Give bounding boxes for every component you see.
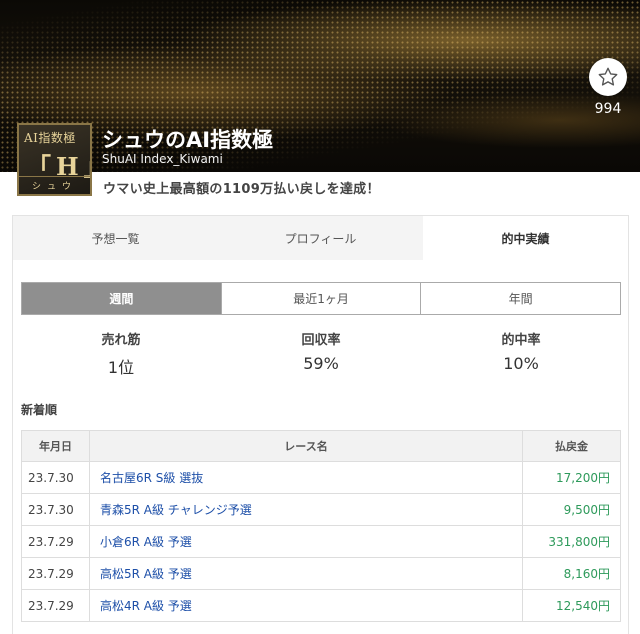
- row-race-cell: 高松5R A級 予選: [89, 557, 523, 590]
- row-race-cell: 高松4R A級 予選: [89, 589, 523, 622]
- header-race: レース名: [89, 430, 523, 462]
- row-date: 23.7.29: [21, 557, 90, 590]
- stat-label: 回収率: [301, 333, 341, 348]
- stat-value: 1位: [107, 358, 135, 377]
- row-race-cell: 小倉6R A級 予選: [89, 525, 523, 558]
- results-table: 年月日 レース名 払戻金 23.7.30 名古屋6R S級 選抜 17,200円…: [21, 430, 621, 622]
- stat-label: 売れ筋: [101, 333, 141, 348]
- table-row: 23.7.30 名古屋6R S級 選抜 17,200円: [21, 461, 621, 494]
- stats-summary: 売れ筋 1位 回収率 59% 的中率 10%: [21, 329, 621, 378]
- table-row: 23.7.30 青森5R A級 チャレンジ予選 9,500円: [21, 493, 621, 526]
- table-row: 23.7.29 高松5R A級 予選 8,160円: [21, 557, 621, 590]
- stat-popularity: 売れ筋 1位: [21, 329, 221, 378]
- favorite-count: 994: [594, 101, 622, 117]
- row-date: 23.7.29: [21, 589, 90, 622]
- stat-recovery-rate: 回収率 59%: [221, 329, 421, 378]
- row-date: 23.7.29: [21, 525, 90, 558]
- period-monthly[interactable]: 最近1ヶ月: [220, 283, 421, 314]
- stat-label: 的中率: [501, 333, 541, 348]
- row-date: 23.7.30: [21, 461, 90, 494]
- profile-tagline: ウマい史上最高額の1109万払い戻しを達成！: [103, 182, 380, 197]
- stat-value: 10%: [503, 354, 539, 373]
- tab-predictions[interactable]: 予想一覧: [13, 216, 218, 260]
- header-date: 年月日: [21, 430, 90, 462]
- period-yearly[interactable]: 年間: [420, 283, 620, 314]
- star-icon: [598, 67, 618, 86]
- table-row: 23.7.29 高松4R A級 予選 12,540円: [21, 589, 621, 622]
- logo-line-3: シュウ: [19, 176, 90, 192]
- row-payout: 12,540円: [522, 589, 621, 622]
- row-payout: 331,800円: [522, 525, 621, 558]
- table-row: 23.7.29 小倉6R A級 予選 331,800円: [21, 525, 621, 558]
- row-race-cell: 青森5R A級 チャレンジ予選: [89, 493, 523, 526]
- race-link[interactable]: 小倉6R A級 予選: [100, 535, 192, 549]
- banner-particle-wave: [0, 0, 640, 172]
- race-link[interactable]: 高松4R A級 予選: [100, 599, 192, 613]
- profile-logo: AI指数極 「H」 シュウ: [17, 123, 92, 196]
- tab-profile[interactable]: プロフィール: [218, 216, 423, 260]
- profile-subtitle: ShuAI Index_Kiwami: [102, 152, 223, 166]
- race-link[interactable]: 青森5R A級 チャレンジ予選: [100, 503, 252, 517]
- profile-title: シュウのAI指数極: [102, 128, 274, 152]
- section-title: 新着順: [21, 403, 58, 417]
- race-link[interactable]: 高松5R A級 予選: [100, 567, 192, 581]
- tab-hit-results[interactable]: 的中実績: [423, 216, 628, 260]
- header-banner: [0, 0, 640, 172]
- header-payout: 払戻金: [522, 430, 621, 462]
- table-header-row: 年月日 レース名 払戻金: [21, 430, 621, 462]
- profile-tabs: 予想一覧 プロフィール 的中実績: [13, 216, 628, 260]
- favorite-button[interactable]: [589, 58, 627, 96]
- race-link[interactable]: 名古屋6R S級 選抜: [100, 471, 203, 485]
- stat-hit-rate: 的中率 10%: [421, 329, 621, 378]
- results-card: 予想一覧 プロフィール 的中実績 週間 最近1ヶ月 年間 売れ筋 1位 回収率 …: [12, 215, 629, 634]
- row-race-cell: 名古屋6R S級 選抜: [89, 461, 523, 494]
- stat-value: 59%: [303, 354, 339, 373]
- period-weekly[interactable]: 週間: [22, 283, 221, 314]
- row-date: 23.7.30: [21, 493, 90, 526]
- logo-line-1: AI指数極: [24, 131, 76, 145]
- row-payout: 9,500円: [522, 493, 621, 526]
- period-selector: 週間 最近1ヶ月 年間: [21, 282, 621, 315]
- row-payout: 17,200円: [522, 461, 621, 494]
- row-payout: 8,160円: [522, 557, 621, 590]
